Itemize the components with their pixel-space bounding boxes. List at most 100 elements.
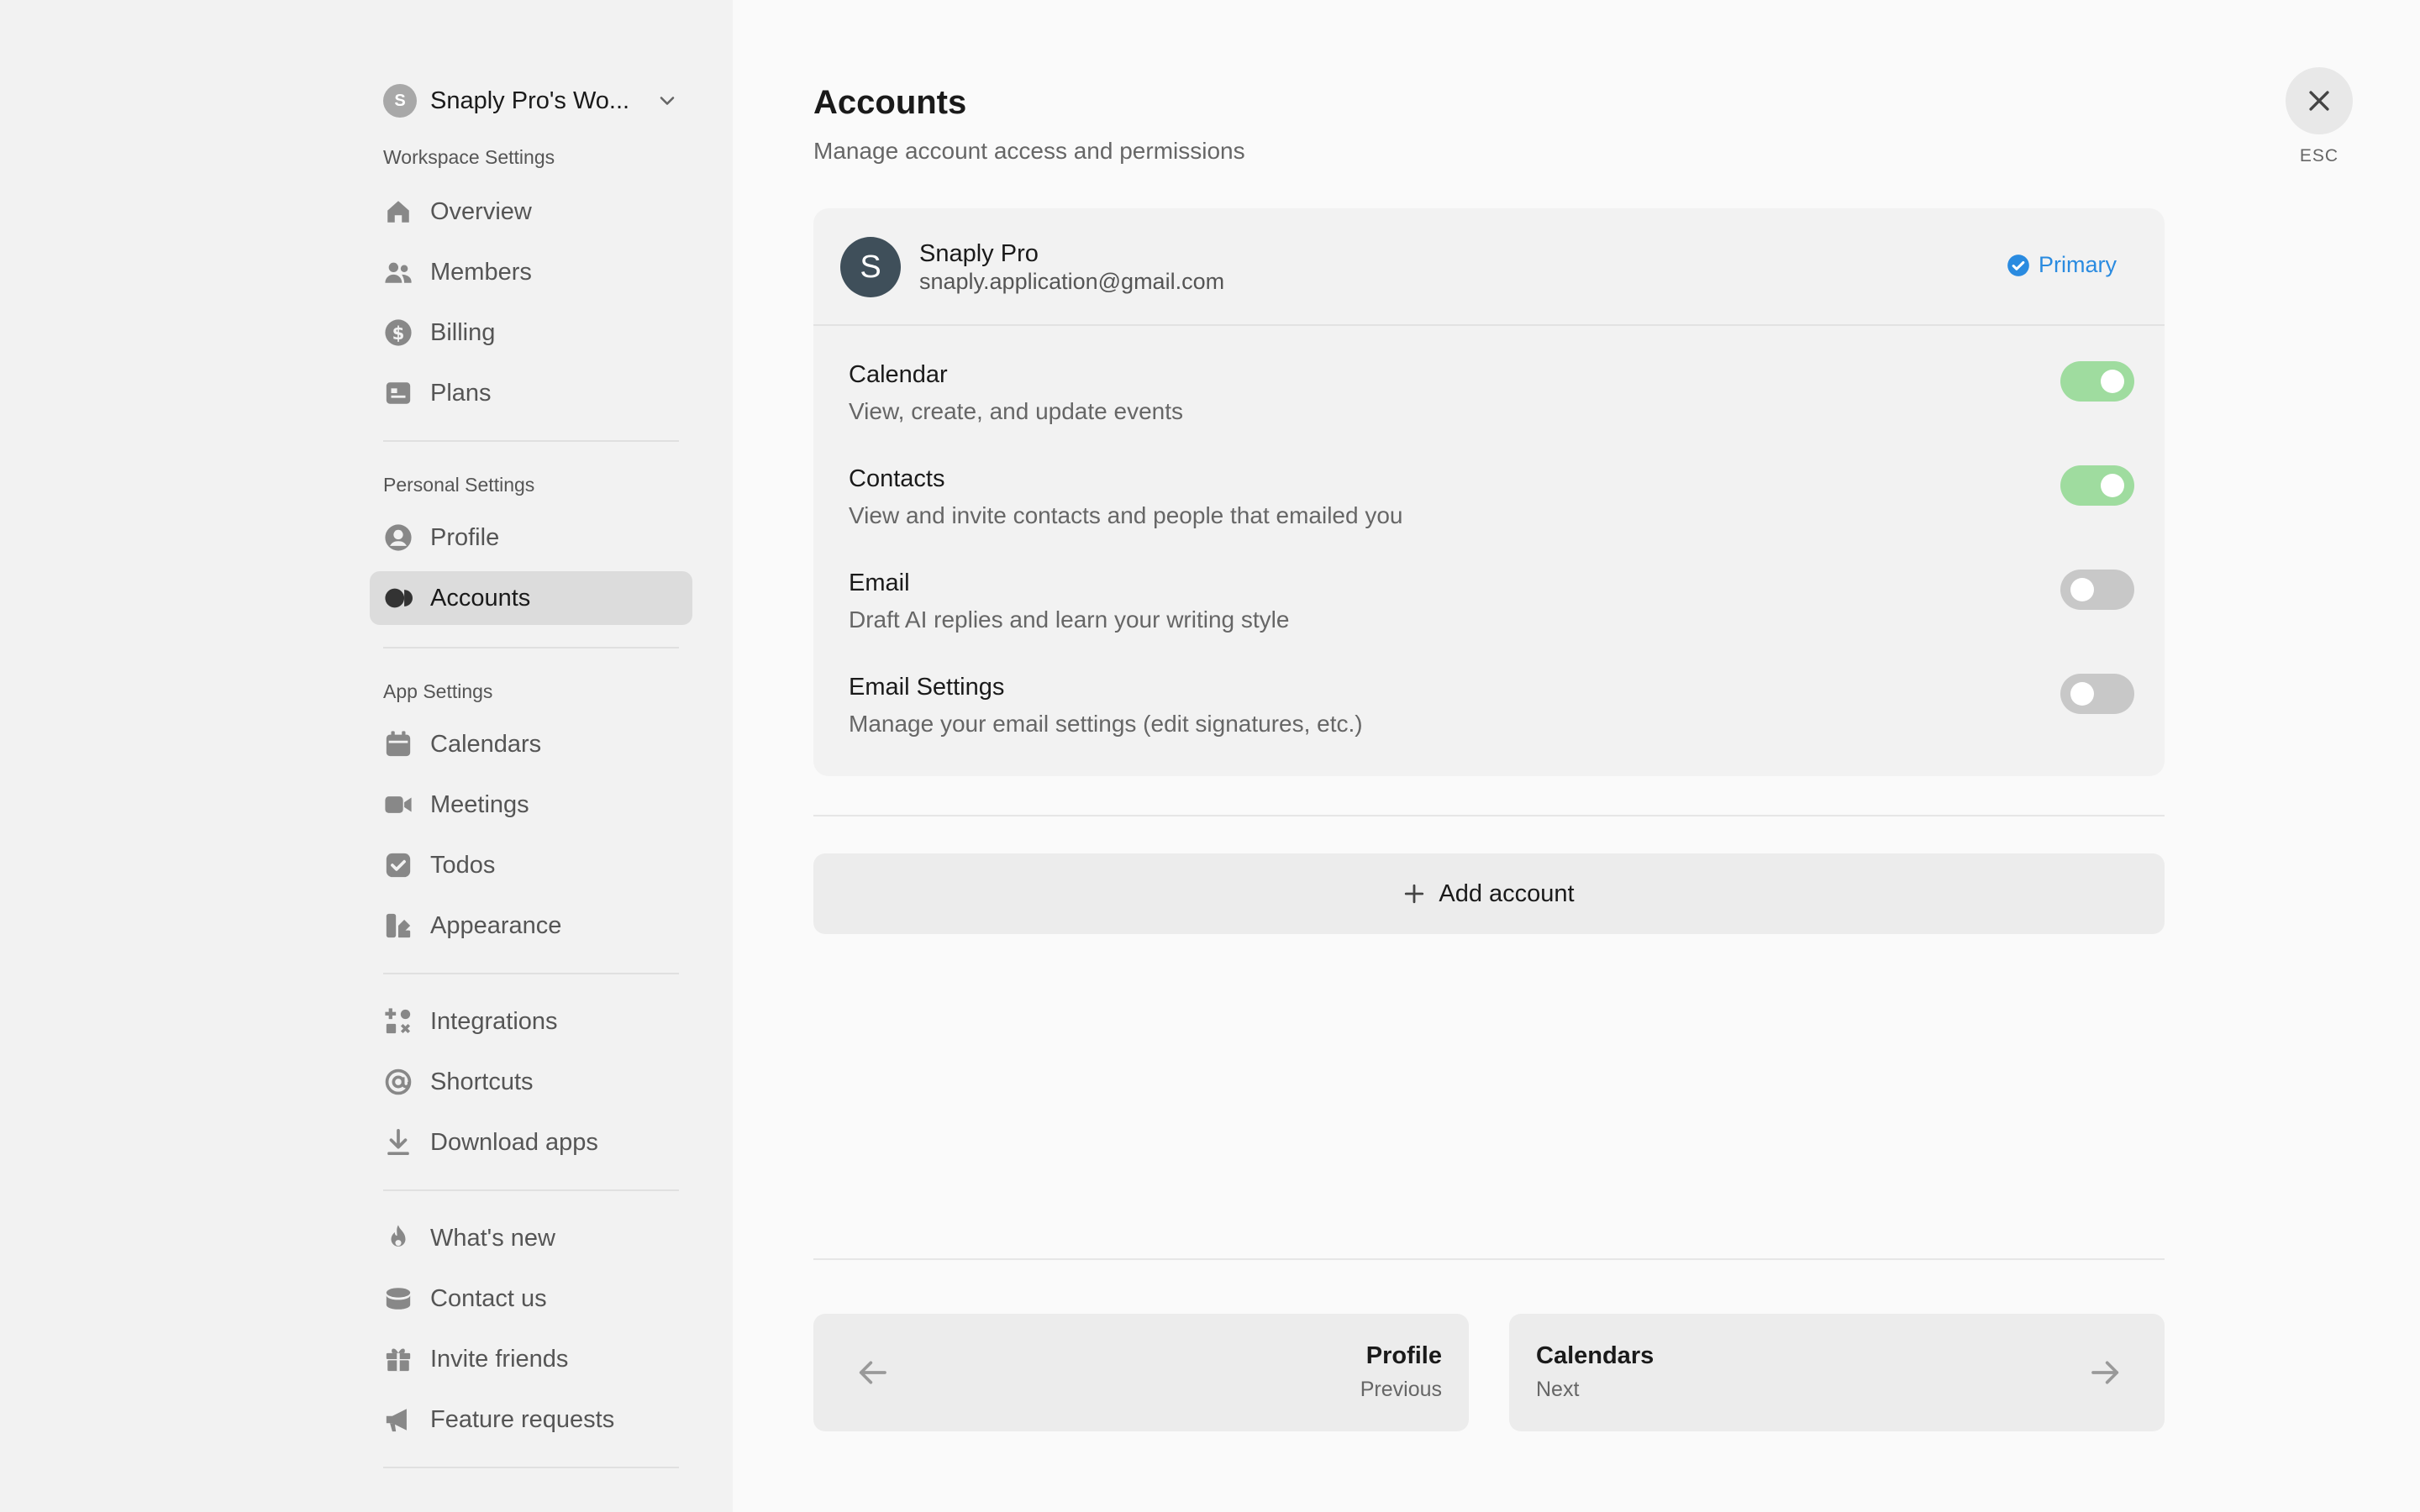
calendar-toggle[interactable] <box>2060 361 2134 402</box>
permission-description: View, create, and update events <box>849 398 1183 424</box>
sidebar-item-label: Billing <box>430 318 496 346</box>
account-card: S Snaply Pro snaply.application@gmail.co… <box>813 208 2165 776</box>
permission-title: Email Settings <box>849 674 1005 701</box>
next-page-sub: Next <box>1536 1378 1580 1401</box>
sidebar-item-contact-us[interactable]: Contact us <box>370 1272 692 1326</box>
gift-icon <box>383 1344 413 1374</box>
workspace-avatar: S <box>383 84 417 118</box>
sidebar-item-label: Integrations <box>430 1007 558 1035</box>
accounts-icon <box>383 583 413 613</box>
sidebar-item-label: Invite friends <box>430 1345 569 1373</box>
esc-label: ESC <box>2299 146 2339 165</box>
permission-row-calendar: Calendar View, create, and update events <box>849 361 2134 445</box>
sidebar-item-label: Meetings <box>430 790 529 818</box>
page-title: Accounts <box>813 84 967 121</box>
sidebar-item-integrations[interactable]: Integrations <box>370 995 692 1048</box>
permission-row-email-settings: Email Settings Manage your email setting… <box>849 674 2134 758</box>
section-label-workspace: Workspace Settings <box>383 146 555 168</box>
account-name: Snaply Pro <box>919 240 1039 267</box>
palette-icon <box>383 911 413 941</box>
users-icon <box>383 257 413 287</box>
permission-description: View and invite contacts and people that… <box>849 502 1403 528</box>
primary-badge: Primary <box>2007 252 2117 278</box>
sidebar-item-label: Contact us <box>430 1284 547 1312</box>
sidebar-divider <box>383 1467 679 1468</box>
svg-text:$: $ <box>392 323 405 344</box>
account-header: S Snaply Pro snaply.application@gmail.co… <box>813 208 2165 326</box>
sidebar-item-members[interactable]: Members <box>370 245 692 299</box>
contacts-toggle[interactable] <box>2060 465 2134 506</box>
previous-page-button[interactable]: Profile Previous <box>813 1314 1469 1431</box>
sidebar-item-billing[interactable]: $ Billing <box>370 306 692 360</box>
sidebar-item-overview[interactable]: Overview <box>370 185 692 239</box>
sidebar-item-label: What's new <box>430 1224 555 1252</box>
next-page-button[interactable]: Calendars Next <box>1509 1314 2165 1431</box>
next-page-title: Calendars <box>1536 1342 1655 1369</box>
sidebar-item-label: Plans <box>430 379 492 407</box>
section-divider <box>813 1258 2165 1260</box>
megaphone-icon <box>383 1404 413 1435</box>
home-icon <box>383 197 413 227</box>
chevron-down-icon <box>660 97 675 105</box>
avatar: S <box>840 237 901 297</box>
permission-title: Email <box>849 570 910 596</box>
sidebar-item-todos[interactable]: Todos <box>370 838 692 892</box>
workspace-name: Snaply Pro's Wo... <box>430 87 630 114</box>
permission-row-contacts: Contacts View and invite contacts and pe… <box>849 465 2134 549</box>
sidebar-item-whats-new[interactable]: What's new <box>370 1211 692 1265</box>
email-settings-toggle[interactable] <box>2060 674 2134 714</box>
inbox-icon <box>383 1284 413 1314</box>
sidebar-item-label: Appearance <box>430 911 562 939</box>
previous-page-title: Profile <box>1365 1342 1442 1369</box>
checkbox-icon <box>383 850 413 880</box>
add-account-label: Add account <box>1439 879 1575 907</box>
section-divider <box>813 815 2165 816</box>
workspace-switcher[interactable]: S Snaply Pro's Wo... <box>383 82 686 119</box>
close-button[interactable] <box>2286 67 2353 134</box>
sidebar-item-download-apps[interactable]: Download apps <box>370 1116 692 1169</box>
plus-icon <box>1405 884 1424 904</box>
email-toggle[interactable] <box>2060 570 2134 610</box>
permission-row-email: Email Draft AI replies and learn your wr… <box>849 570 2134 654</box>
sidebar-divider <box>383 647 679 648</box>
sidebar-item-calendars[interactable]: Calendars <box>370 717 692 771</box>
previous-page-sub: Previous <box>1360 1378 1442 1401</box>
sidebar-item-label: Calendars <box>430 730 542 758</box>
sidebar-item-accounts[interactable]: Accounts <box>370 571 692 625</box>
sidebar-item-shortcuts[interactable]: Shortcuts <box>370 1055 692 1109</box>
section-label-personal: Personal Settings <box>383 474 535 496</box>
sidebar-item-label: Members <box>430 258 532 286</box>
dollar-icon: $ <box>383 318 413 348</box>
close-icon <box>2309 91 2329 111</box>
integrations-icon <box>383 1006 413 1037</box>
permission-title: Contacts <box>849 465 945 492</box>
sidebar-item-meetings[interactable]: Meetings <box>370 778 692 832</box>
page-subtitle: Manage account access and permissions <box>813 138 1245 164</box>
account-email: snaply.application@gmail.com <box>919 269 1225 294</box>
arrow-left-icon <box>859 1361 886 1384</box>
sidebar-item-label: Shortcuts <box>430 1068 534 1095</box>
sidebar-item-plans[interactable]: Plans <box>370 366 692 420</box>
permission-description: Draft AI replies and learn your writing … <box>849 606 1290 633</box>
download-icon <box>383 1127 413 1158</box>
sidebar-item-label: Profile <box>430 523 500 551</box>
sidebar: S Snaply Pro's Wo... Workspace Settings … <box>0 0 733 1512</box>
sidebar-item-invite-friends[interactable]: Invite friends <box>370 1332 692 1386</box>
plans-icon <box>383 378 413 408</box>
sidebar-item-label: Download apps <box>430 1128 598 1156</box>
sidebar-item-profile[interactable]: Profile <box>370 511 692 564</box>
flame-icon <box>383 1223 413 1253</box>
sidebar-item-label: Feature requests <box>430 1405 615 1433</box>
sidebar-item-feature-requests[interactable]: Feature requests <box>370 1393 692 1446</box>
sidebar-item-label: Overview <box>430 197 532 225</box>
sidebar-item-label: Todos <box>430 851 496 879</box>
user-circle-icon <box>383 522 413 553</box>
add-account-button[interactable]: Add account <box>813 853 2165 934</box>
at-sign-icon <box>383 1067 413 1097</box>
logout-item-partial[interactable] <box>383 1500 518 1512</box>
permission-description: Manage your email settings (edit signatu… <box>849 711 1363 737</box>
sidebar-item-label: Accounts <box>430 584 531 612</box>
video-icon <box>383 790 413 820</box>
sidebar-item-appearance[interactable]: Appearance <box>370 899 692 953</box>
primary-badge-label: Primary <box>2039 252 2117 277</box>
